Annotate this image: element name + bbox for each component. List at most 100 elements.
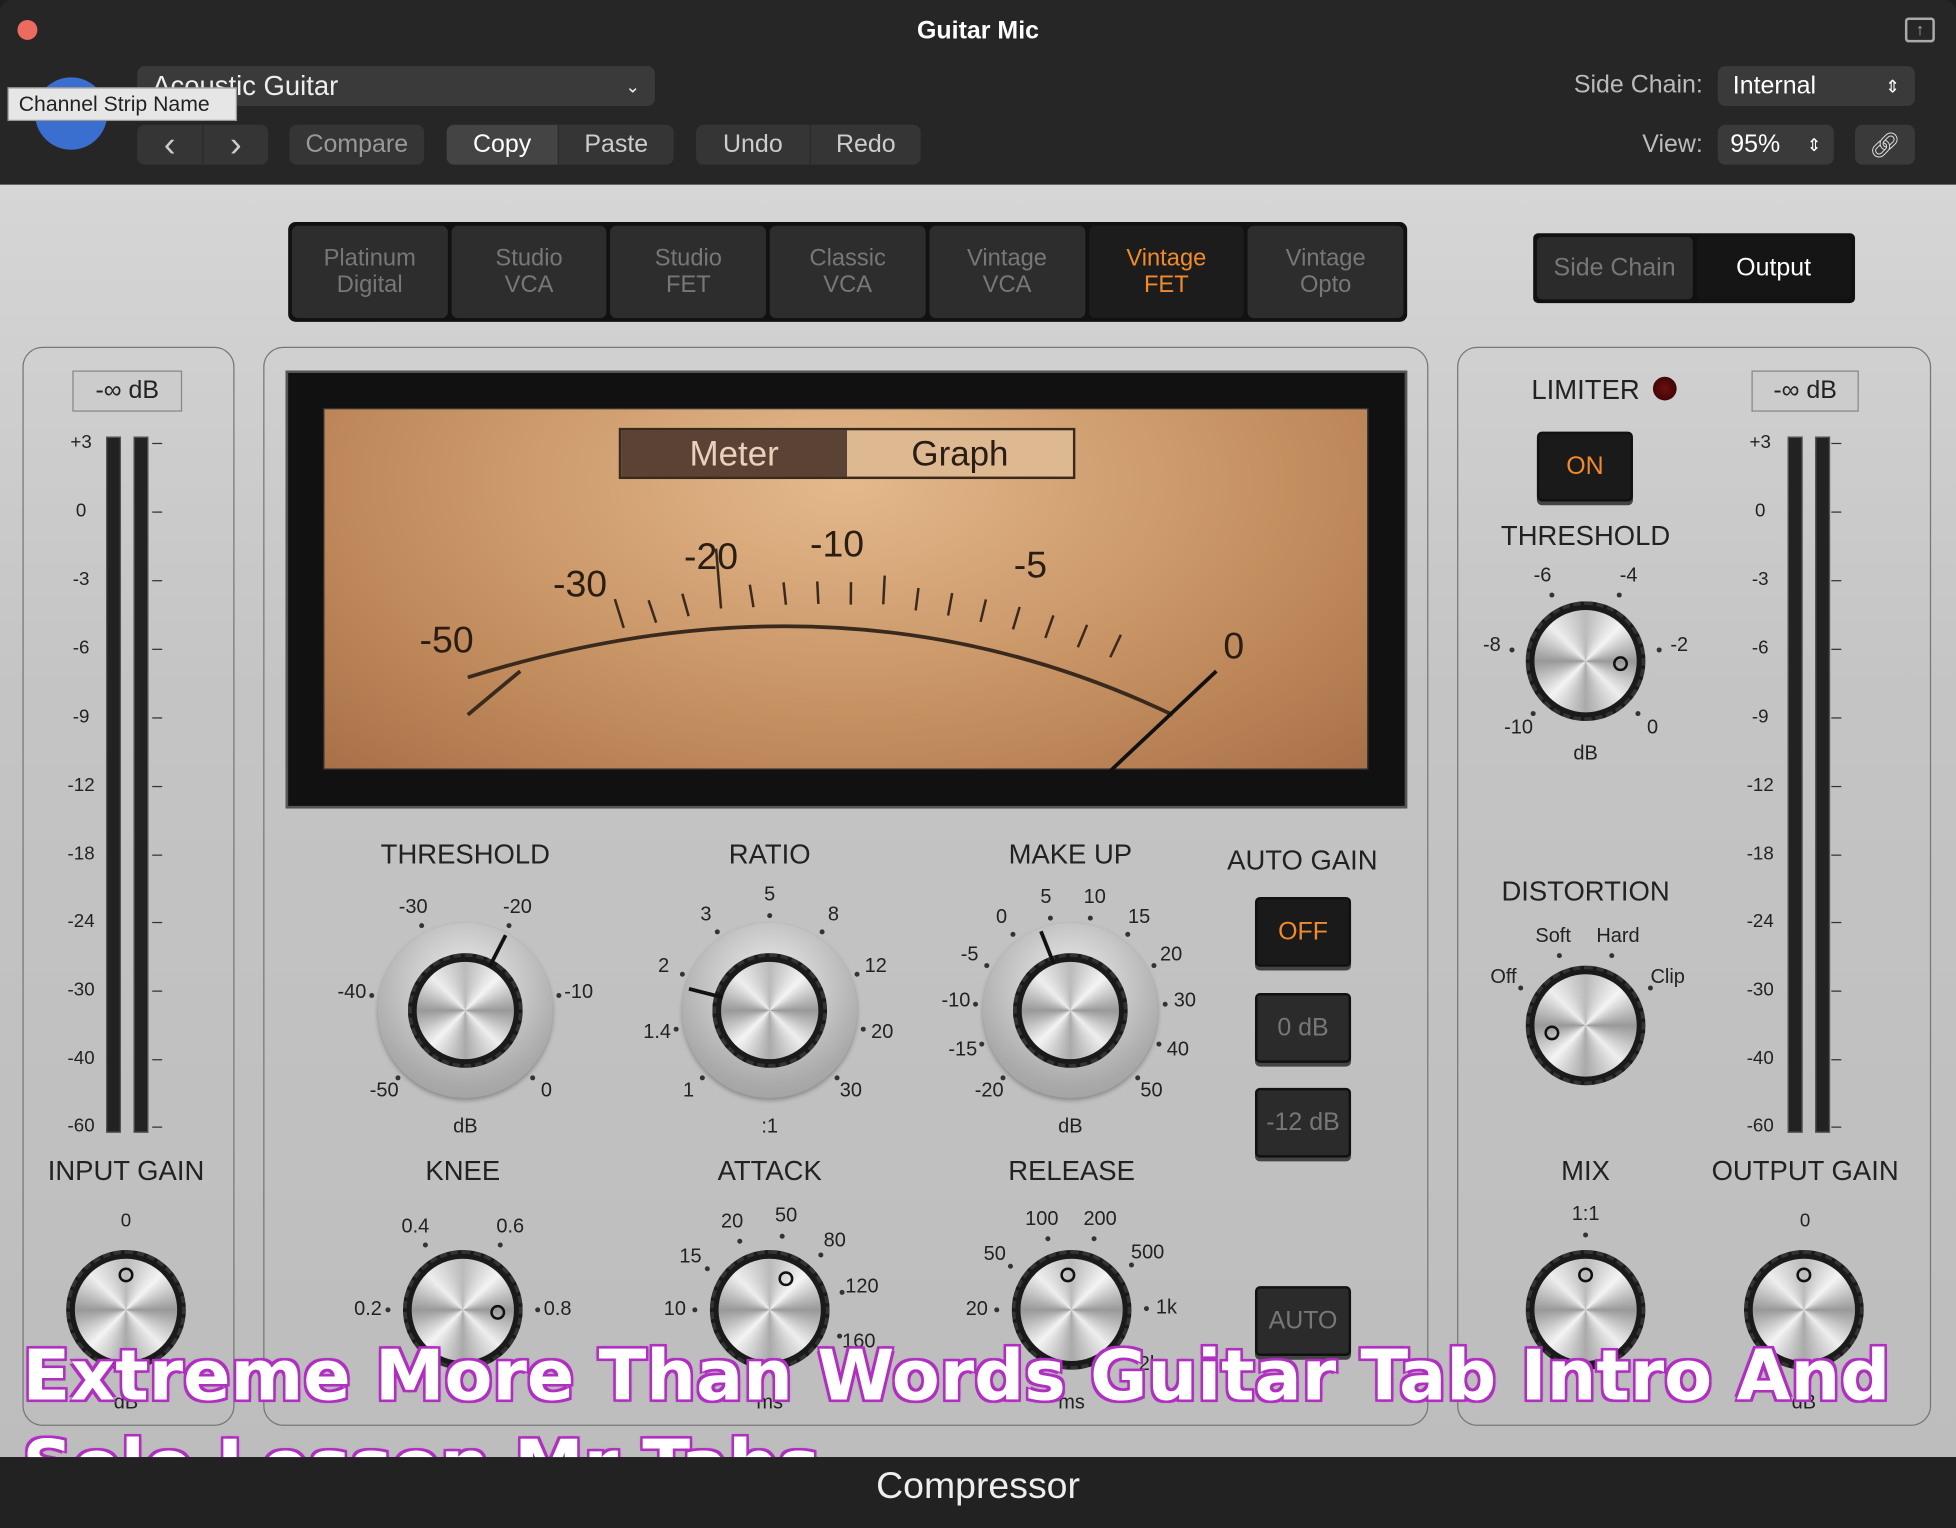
vu-tick (1011, 606, 1021, 630)
vu-tick (816, 581, 820, 604)
makeup-label: MAKE UP (1008, 838, 1133, 870)
meter-scale-tick (1831, 854, 1842, 856)
meter-scale-label: -6 (1751, 637, 1769, 659)
limiter-led-icon (1652, 376, 1677, 401)
input-meter-left (106, 436, 122, 1133)
preset-nav: ‹ › (137, 124, 269, 165)
limiter-on-button[interactable]: ON (1536, 431, 1633, 502)
knob-tick-dot (819, 929, 825, 935)
copy-button[interactable]: Copy (446, 124, 559, 165)
knob-tick-label: 0 (1647, 716, 1659, 739)
output-tab[interactable]: Output (1695, 237, 1852, 300)
knob-tick-dot (1608, 952, 1614, 958)
meter-scale-tick (1831, 785, 1842, 788)
meter-scale-tick (1831, 1126, 1842, 1128)
knob-tick-label: -4 (1619, 565, 1638, 587)
knob-tick-label: 20 (721, 1211, 744, 1233)
meter-graph-toggle: Meter Graph (618, 427, 1076, 480)
vu-scale-label: -50 (420, 618, 474, 660)
output-gain-tick: 0 (1799, 1210, 1811, 1232)
knob-tick-dot (1151, 962, 1157, 968)
side-chain-tab[interactable]: Side Chain (1536, 237, 1693, 300)
knob-tick-label: 1k (1155, 1297, 1177, 1319)
meter-scale-label: -30 (1746, 979, 1774, 1001)
knob-tick-dot (860, 1026, 866, 1032)
model-button[interactable]: Vintage Opto (1247, 225, 1404, 319)
knob-tick-dot (395, 1075, 401, 1081)
knob-tick-dot (369, 993, 375, 999)
paste-button[interactable]: Paste (559, 125, 674, 165)
meter-scale-label: -12 (67, 774, 95, 796)
knob-tick-label: -5 (960, 944, 979, 966)
vu-tick (1109, 634, 1122, 658)
model-button[interactable]: Studio VCA (451, 225, 607, 319)
distortion-knob[interactable] (1525, 965, 1646, 1086)
knob-tick-dot (1000, 1075, 1006, 1081)
vu-arc (467, 624, 1174, 717)
knob-tick-dot (679, 971, 685, 977)
ratio-knob[interactable] (712, 953, 828, 1068)
meter-scale-label: +3 (1749, 431, 1771, 453)
graph-tab[interactable]: Graph (847, 430, 1073, 477)
knob-unit: dB (1058, 1116, 1083, 1138)
vu-tick (681, 593, 690, 617)
makeup-knob[interactable] (1012, 953, 1128, 1068)
vu-scale-label: -5 (1014, 544, 1047, 586)
auto-gain-0db-button[interactable]: 0 dB (1254, 993, 1352, 1063)
meter-tab[interactable]: Meter (621, 430, 848, 477)
knob-tick-dot (1134, 1075, 1140, 1081)
knob-tick-label: 50 (775, 1205, 798, 1227)
auto-gain-off-button[interactable]: OFF (1254, 896, 1352, 967)
threshold-knob[interactable] (407, 953, 523, 1068)
link-icon[interactable]: 🔗︎ (1855, 124, 1915, 165)
knob-tick-label: 20 (1159, 944, 1183, 966)
redo-button[interactable]: Redo (811, 125, 921, 165)
compare-button[interactable]: Compare (289, 125, 424, 165)
knob-tick-label: 40 (1166, 1039, 1189, 1061)
detach-icon[interactable]: ↑ (1904, 17, 1935, 43)
meter-scale-tick (152, 990, 163, 992)
knob-tick-dot (994, 1307, 1000, 1313)
knob-tick-dot (1156, 1041, 1162, 1047)
knob-tick-label: -10 (564, 981, 594, 1003)
meter-scale-label: -30 (67, 979, 95, 1001)
meter-scale-tick (152, 1126, 163, 1128)
output-meter-left (1787, 436, 1803, 1133)
knob-tick-label: 3 (700, 903, 712, 926)
vu-tick (1076, 624, 1089, 648)
meter-scale-label: -24 (1746, 910, 1774, 932)
knob-tick-label: 20 (965, 1298, 988, 1320)
knob-face (1021, 961, 1120, 1060)
side-chain-value: Internal (1732, 71, 1817, 100)
knob-tick-label: 500 (1130, 1242, 1165, 1264)
knob-tick-label: 30 (1173, 991, 1196, 1013)
knob-tick-label: -50 (369, 1080, 399, 1102)
knob-tick-dot (979, 1041, 985, 1047)
undo-button[interactable]: Undo (696, 124, 811, 165)
meter-scale-tick (1831, 442, 1842, 445)
knob-tick-label: 0.2 (354, 1298, 382, 1320)
knob-tick-dot (1091, 1235, 1097, 1241)
side-chain-label: Side Chain: (1573, 71, 1703, 99)
knob-tick-dot (497, 1242, 503, 1248)
ratio-label: RATIO (728, 838, 811, 870)
meter-scale-label: -24 (67, 910, 95, 932)
knee-label: KNEE (425, 1155, 501, 1187)
side-chain-select[interactable]: Internal ⇕ (1717, 66, 1915, 107)
previous-preset-button[interactable]: ‹ (137, 124, 204, 165)
knob-tick-label: 20 (871, 1021, 894, 1043)
knob-tick-label: -20 (502, 896, 532, 919)
next-preset-button[interactable]: › (203, 125, 268, 165)
knob-tick-label: -10 (1504, 716, 1533, 739)
model-button[interactable]: Vintage FET (1088, 225, 1245, 319)
vu-tick (979, 599, 988, 623)
view-zoom-select[interactable]: 95% ⇕ (1717, 124, 1834, 165)
vu-tick (466, 669, 522, 717)
model-button[interactable]: Platinum Digital (291, 225, 448, 319)
knob-tick-label: -8 (1483, 635, 1501, 657)
knob-tick-label: 0.4 (401, 1216, 430, 1238)
model-button[interactable]: Studio FET (610, 225, 767, 319)
model-button[interactable]: Vintage VCA (929, 225, 1085, 319)
auto-gain-minus12-button[interactable]: -12 dB (1254, 1087, 1352, 1158)
model-button[interactable]: Classic VCA (769, 225, 926, 319)
